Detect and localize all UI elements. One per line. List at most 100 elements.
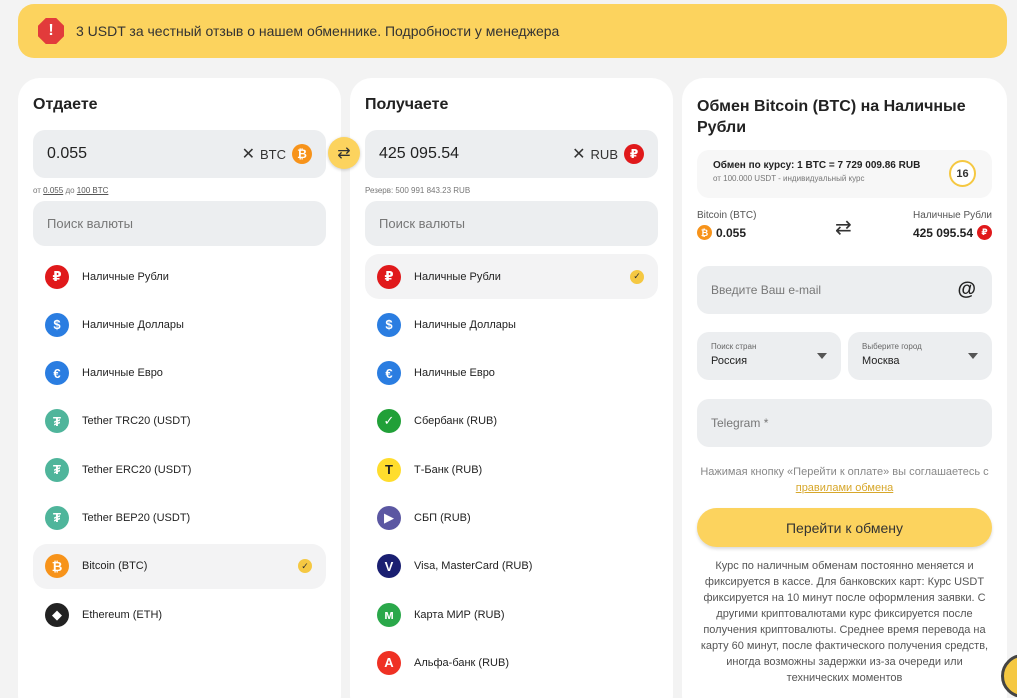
banner-text: 3 USDT за честный отзыв о нашем обменник… [76, 23, 560, 39]
exchange-note: Курс по наличным обменам постоянно меняе… [700, 560, 989, 684]
clear-icon[interactable]: ✕ [572, 144, 585, 164]
currency-option[interactable]: м Карта МИР (RUB) [365, 592, 658, 637]
currency-option[interactable]: ₽ Наличные Рубли ✓ [365, 254, 658, 299]
currency-option-label: Карта МИР (RUB) [414, 608, 505, 621]
give-search-input[interactable]: Поиск валюты [33, 201, 326, 246]
get-amount-value[interactable]: 425 095.54 [379, 145, 572, 163]
ruble-icon: ₽ [977, 225, 992, 240]
currency-option-label: Bitcoin (BTC) [82, 560, 148, 573]
warning-icon: ! [38, 18, 64, 44]
give-currency: BTC [260, 146, 286, 162]
currency-option[interactable]: € Наличные Евро [33, 351, 326, 396]
alfabank-icon: А [377, 650, 401, 675]
city-select[interactable]: Выберите город Москва [848, 332, 992, 380]
email-field[interactable]: Введите Ваш e-mail @ [697, 266, 992, 314]
currency-option[interactable]: T Т-Банк (RUB) [365, 447, 658, 492]
currency-option-label: Tether ERC20 (USDT) [82, 463, 192, 476]
euro-icon: € [45, 361, 69, 386]
currency-option-label: Ethereum (ETH) [82, 608, 163, 621]
give-panel: Отдаете 0.055 ✕ BTC ₿ от 0.055 до 100 BT… [18, 78, 341, 698]
visa-mastercard-icon: V [377, 554, 401, 579]
get-search-input[interactable]: Поиск валюты [365, 201, 658, 246]
from-label: Bitcoin (BTC) [697, 210, 757, 221]
summary-title: Обмен Bitcoin (BTC) на Наличные Рубли [697, 98, 966, 136]
ethereum-icon: ◆ [45, 602, 69, 627]
promo-banner: ! 3 USDT за честный отзыв о нашем обменн… [18, 4, 1007, 58]
currency-option-label: Tether BEP20 (USDT) [82, 511, 191, 524]
bitcoin-icon: ₿ [697, 225, 712, 240]
limit-max-link[interactable]: 100 BTC [77, 186, 109, 195]
currency-option[interactable]: ◆ Ethereum (ETH) [33, 592, 326, 637]
currency-option[interactable]: ₮ Tether ERC20 (USDT) [33, 447, 326, 492]
sberbank-icon: ✓ [377, 409, 401, 434]
currency-option-label: Наличные Евро [82, 367, 163, 380]
give-currency-list: ₽ Наличные Рубли $ Наличные Доллары € Наличны… [33, 254, 326, 640]
currency-option[interactable]: V Visa, MasterCard (RUB) [365, 544, 658, 589]
exchange-arrows-icon: ⇄ [835, 217, 852, 239]
currency-option-label: СБП (RUB) [414, 511, 471, 524]
city-label: Выберите город [862, 342, 922, 351]
get-panel: Получаете 425 095.54 ✕ RUB ₽ Резерв: 500… [350, 78, 673, 698]
chevron-down-icon [968, 353, 978, 359]
get-title: Получаете [365, 96, 449, 113]
currency-option-label: Сбербанк (RUB) [414, 415, 498, 428]
check-icon: ✓ [630, 269, 644, 284]
currency-option[interactable]: € Наличные Евро [365, 351, 658, 396]
ruble-icon: ₽ [45, 264, 69, 289]
to-value: 425 095.54 [912, 225, 973, 240]
get-currency-list: ₽ Наличные Рубли ✓ $ Наличные Доллары € Наличн… [365, 254, 658, 689]
currency-option-label: Наличные Евро [414, 367, 495, 380]
currency-option-label: Наличные Доллары [414, 318, 516, 331]
currency-option[interactable]: ₮ Tether BEP20 (USDT) [33, 495, 326, 540]
dollar-icon: $ [45, 312, 69, 337]
currency-option[interactable]: ✓ Сбербанк (RUB) [365, 399, 658, 444]
currency-option[interactable]: $ Наличные Доллары [365, 302, 658, 347]
bitcoin-icon: ₿ [45, 554, 69, 579]
swap-direction-button[interactable]: ⇄ [328, 137, 360, 169]
country-select[interactable]: Поиск стран Россия [697, 332, 841, 380]
at-icon: @ [957, 279, 976, 300]
mir-icon: м [377, 602, 401, 627]
get-currency: RUB [590, 146, 618, 162]
ruble-icon: ₽ [377, 264, 401, 289]
from-value: 0.055 [716, 225, 747, 240]
agreement-text: Нажимая кнопку «Перейти к оплате» вы сог… [700, 466, 989, 494]
limit-min-link[interactable]: 0.055 [43, 186, 63, 195]
country-label: Поиск стран [711, 342, 757, 351]
currency-option-label: Tether TRC20 (USDT) [82, 415, 191, 428]
chevron-down-icon [817, 353, 827, 359]
exchange-rules-link[interactable]: правилами обмена [796, 482, 894, 494]
currency-option[interactable]: А Альфа-банк (RUB) [365, 640, 658, 685]
bitcoin-icon: ₿ [292, 144, 312, 164]
currency-option-label: Наличные Доллары [82, 318, 184, 331]
give-title: Отдаете [33, 96, 98, 113]
tether-icon: ₮ [45, 457, 69, 482]
give-amount-value[interactable]: 0.055 [47, 145, 242, 163]
get-amount-field[interactable]: 425 095.54 ✕ RUB ₽ [365, 130, 658, 178]
rate-timer: 16 [949, 160, 976, 187]
tether-icon: ₮ [45, 505, 69, 530]
rate-box: Обмен по курсу: 1 BTC = 7 729 009.86 RUB… [697, 150, 992, 198]
conversion-summary: Bitcoin (BTC) ₿ 0.055 ⇄ Наличные Рубли 42… [697, 210, 992, 246]
exchange-summary-panel: Обмен Bitcoin (BTC) на Наличные Рубли Об… [682, 78, 1007, 698]
currency-option[interactable]: $ Наличные Доллары [33, 302, 326, 347]
euro-icon: € [377, 361, 401, 386]
currency-option[interactable]: ₮ Tether TRC20 (USDT) [33, 399, 326, 444]
sbp-icon: ▶ [377, 505, 401, 530]
email-placeholder: Введите Ваш e-mail [711, 283, 822, 297]
ruble-icon: ₽ [624, 144, 644, 164]
give-limits: от 0.055 до 100 BTC [33, 186, 109, 195]
tbank-icon: T [377, 457, 401, 482]
currency-option[interactable]: ₽ Наличные Рубли [33, 254, 326, 299]
telegram-field[interactable]: Telegram * [697, 399, 992, 447]
currency-option[interactable]: ▶ СБП (RUB) [365, 495, 658, 540]
to-label: Наличные Рубли [913, 210, 992, 221]
currency-option[interactable]: ₿ Bitcoin (BTC) ✓ [33, 543, 326, 589]
tether-icon: ₮ [45, 409, 69, 434]
clear-icon[interactable]: ✕ [242, 144, 255, 164]
reserve-text: Резерв: 500 991 843.23 RUB [365, 186, 471, 195]
give-amount-field[interactable]: 0.055 ✕ BTC ₿ [33, 130, 326, 178]
dollar-icon: $ [377, 312, 401, 337]
currency-option-label: Альфа-банк (RUB) [414, 656, 509, 669]
go-to-exchange-button[interactable]: Перейти к обмену [697, 508, 992, 547]
